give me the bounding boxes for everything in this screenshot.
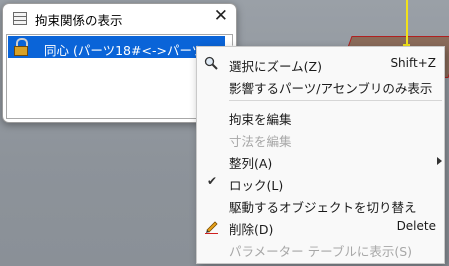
axis-line [406,0,408,50]
menu-item-driving[interactable]: 駆動するオブジェクトを切り替え [197,193,444,215]
menu-item-zoom[interactable]: 選択にズーム(Z) Shift+Z [197,52,444,74]
menu-label-edit-dimension: 寸法を編集 [229,134,292,149]
menu-separator [229,100,442,101]
dialog-title: 拘束関係の表示 [35,13,123,28]
checkmark-icon: ✔ [207,174,218,188]
menu-label-param-table: パラメーター テーブルに表示(S) [229,244,413,259]
lock-icon [14,38,28,56]
zoom-icon [204,56,218,70]
menu-item-lock[interactable]: ✔ ロック(L) [197,171,444,193]
menu-label-driving: 駆動するオブジェクトを切り替え [229,200,417,215]
menu-label-edit-constraint: 拘束を編集 [229,112,292,127]
menu-item-edit-dimension: 寸法を編集 [197,127,444,149]
submenu-arrow-icon [437,157,442,165]
pencil-icon [205,221,218,234]
menu-item-delete[interactable]: 削除(D) Delete [197,215,444,237]
menu-label-zoom: 選択にズーム(Z) [229,59,322,74]
shortcut-zoom: Shift+Z [390,56,436,70]
close-icon[interactable]: ✕ [214,6,228,26]
menu-item-param-table: パラメーター テーブルに表示(S) [197,237,444,259]
constraint-row[interactable]: 同心 (パーツ18#<->パーツ17#) [8,36,235,58]
shortcut-delete: Delete [396,219,436,233]
context-menu: 選択にズーム(Z) Shift+Z 影響するパーツ/アセンブリのみ表示 拘束を編… [196,46,445,264]
menu-label-delete: 削除(D) [229,222,274,237]
menu-label-show-affected: 影響するパーツ/アセンブリのみ表示 [229,81,433,96]
menu-label-align: 整列(A) [229,156,273,171]
menu-item-edit-constraint[interactable]: 拘束を編集 [197,105,444,127]
window-icon [13,12,27,25]
menu-item-align[interactable]: 整列(A) [197,149,444,171]
menu-item-show-affected[interactable]: 影響するパーツ/アセンブリのみ表示 [197,74,444,96]
dialog-titlebar[interactable]: 拘束関係の表示 ✕ [3,4,236,30]
menu-label-lock: ロック(L) [229,178,284,193]
